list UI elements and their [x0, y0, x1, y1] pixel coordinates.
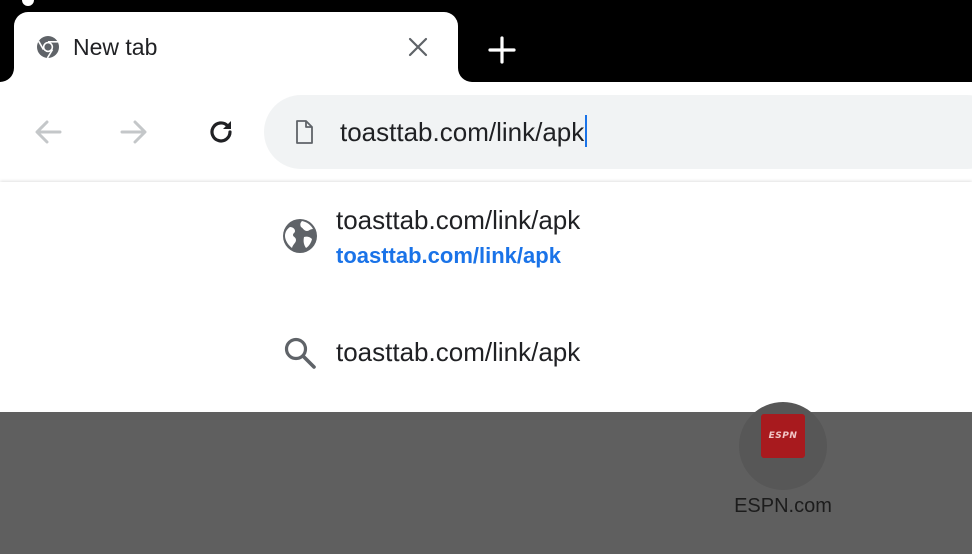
tab-strip: New tab — [0, 0, 972, 82]
most-visited-tile-espn[interactable]: ESPN ESPN.com — [728, 402, 838, 542]
tab-new-tab[interactable]: New tab — [0, 12, 472, 82]
page-icon — [296, 120, 313, 144]
search-icon — [284, 337, 316, 369]
omnibox-value: toasttab.com/link/apk — [340, 117, 585, 147]
suggestion-url-text: toasttab.com/link/apk — [336, 243, 561, 268]
globe-icon — [283, 219, 317, 253]
reload-icon[interactable] — [205, 116, 237, 148]
text-caret — [585, 115, 588, 147]
tab-title: New tab — [73, 34, 158, 60]
plus-icon[interactable] — [486, 34, 518, 66]
omnibox[interactable]: toasttab.com/link/apk — [264, 95, 972, 169]
omnibox-suggestions: toasttab.com/link/apk toasttab.com/link/… — [0, 182, 972, 412]
status-indicator — [22, 0, 34, 6]
suggestion-search[interactable]: toasttab.com/link/apk — [0, 294, 972, 412]
suggestion-url[interactable]: toasttab.com/link/apk toasttab.com/link/… — [0, 182, 972, 294]
tab-corner — [0, 68, 14, 82]
espn-logo-icon: ESPN — [761, 414, 805, 458]
toolbar: toasttab.com/link/apk — [0, 82, 972, 182]
suggestion-title: toasttab.com/link/apk — [336, 205, 581, 235]
new-tab-page: ESPN ESPN.com — [0, 402, 972, 554]
arrow-left-icon[interactable] — [32, 116, 64, 148]
arrow-right-icon[interactable] — [118, 116, 150, 148]
tile-label: ESPN.com — [734, 495, 832, 517]
chrome-icon — [37, 36, 59, 59]
browser-window: New tab toasttab.com/link/apk toasttab.c… — [0, 0, 972, 554]
close-icon[interactable] — [406, 35, 430, 59]
tab-corner — [458, 68, 472, 82]
omnibox-input[interactable]: toasttab.com/link/apk — [340, 115, 588, 149]
suggestion-title: toasttab.com/link/apk — [336, 337, 581, 367]
